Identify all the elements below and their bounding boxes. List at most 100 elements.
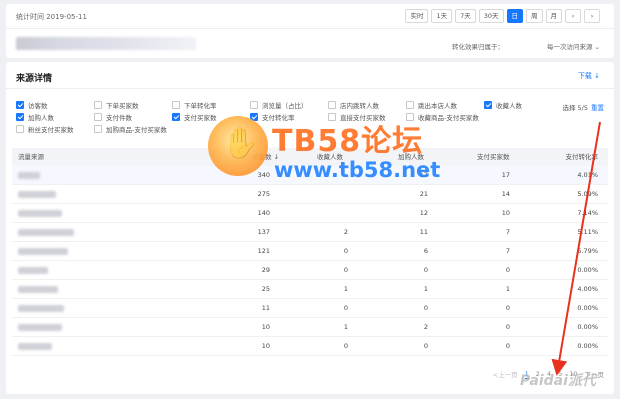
checkbox-icon	[406, 101, 414, 109]
select-count-text: 选择 5/5	[562, 104, 588, 112]
time-btn-week[interactable]: 周	[526, 9, 543, 23]
buyers-cell: 0	[505, 304, 510, 312]
table-row[interactable]: 29 0 0 0 0.00%	[12, 261, 608, 280]
col-header-buyers[interactable]: 支付买家数	[477, 148, 510, 166]
checkbox-icon	[328, 101, 336, 109]
source-name-redacted	[18, 242, 68, 262]
divider	[6, 88, 614, 89]
stat-time: 统计时间 2019-05-11	[16, 13, 87, 21]
time-btn-day[interactable]: 日	[506, 9, 523, 23]
buyers-cell: 0	[505, 342, 510, 350]
download-button[interactable]: 下载 ↓	[578, 71, 600, 81]
paidai-watermark: Paidai派代	[520, 373, 596, 389]
metric-checkbox[interactable]: 收藏人数	[484, 100, 522, 110]
source-name-redacted	[18, 185, 56, 205]
carts-cell: 6	[423, 247, 428, 255]
rate-cell: 5.79%	[577, 247, 598, 255]
visitors-cell: 121	[257, 247, 270, 255]
watermark: TB58论坛 www.tb58.net	[208, 110, 463, 230]
visitors-cell: 10	[261, 323, 270, 331]
table-row[interactable]: 25 1 1 1 4.00%	[12, 280, 608, 299]
metric-label: 店内跳转人数	[340, 102, 379, 110]
favorites-cell: 0	[343, 304, 348, 312]
redacted-text	[18, 343, 52, 350]
metric-checkbox[interactable]: 跳出本店人数	[406, 100, 457, 110]
rate-cell: 4.00%	[577, 285, 598, 293]
favorites-cell: 1	[343, 323, 348, 331]
checkbox-icon	[250, 101, 258, 109]
rate-cell: 7.14%	[577, 209, 598, 217]
redacted-text	[18, 229, 74, 236]
buyers-cell: 10	[501, 209, 510, 217]
favorites-cell: 0	[343, 342, 348, 350]
metric-label: 支付件数	[106, 114, 132, 122]
metric-checkbox[interactable]: 加购商品-支付买家数	[94, 124, 167, 134]
redacted-text	[18, 305, 64, 312]
time-btn-7day[interactable]: 7天	[455, 9, 476, 23]
buyers-cell: 0	[505, 323, 510, 331]
visitors-cell: 29	[261, 266, 270, 274]
favorites-cell: 0	[343, 247, 348, 255]
metric-checkbox[interactable]: 粉丝支付买家数	[16, 124, 74, 134]
carts-cell: 0	[423, 304, 428, 312]
metric-label: 加购商品-支付买家数	[106, 126, 167, 134]
metric-checkbox[interactable]: 下单转化率	[172, 100, 217, 110]
source-name-redacted	[18, 280, 58, 300]
metric-checkbox[interactable]: 店内跳转人数	[328, 100, 379, 110]
source-name-redacted	[18, 299, 64, 319]
time-btn-30day[interactable]: 30天	[478, 9, 504, 23]
redacted-text	[18, 248, 68, 255]
buyers-cell: 0	[505, 266, 510, 274]
carts-cell: 2	[423, 323, 428, 331]
checkbox-icon	[94, 125, 102, 133]
table-row[interactable]: 10 0 0 0 0.00%	[12, 337, 608, 356]
buyers-cell: 1	[505, 285, 510, 293]
redacted-text	[18, 324, 62, 331]
visitors-cell: 10	[261, 342, 270, 350]
time-btn-month[interactable]: 月	[545, 9, 562, 23]
table-row[interactable]: 10 1 2 0 0.00%	[12, 318, 608, 337]
chevron-left-icon[interactable]: ‹	[565, 9, 581, 23]
reset-button[interactable]: 重置	[591, 104, 604, 112]
source-name-redacted	[18, 223, 74, 243]
metric-checkbox[interactable]: 访客数	[16, 100, 48, 110]
hand-logo-icon	[208, 116, 268, 176]
redacted-text	[18, 267, 48, 274]
metric-checkbox[interactable]: 支付件数	[94, 112, 132, 122]
carts-cell: 1	[423, 285, 428, 293]
metric-label: 浏览量（占比）	[262, 102, 308, 110]
rate-cell: 0.00%	[577, 304, 598, 312]
rate-cell: 5.09%	[577, 190, 598, 198]
source-name-redacted	[18, 318, 62, 338]
chevron-right-icon[interactable]: ›	[584, 9, 600, 23]
metric-checkbox[interactable]: 加购人数	[16, 112, 54, 122]
redacted-text	[18, 210, 62, 217]
time-btn-1day[interactable]: 1天	[431, 9, 453, 23]
col-header-rate[interactable]: 支付转化率	[566, 148, 599, 166]
metric-checkbox[interactable]: 浏览量（占比）	[250, 100, 308, 110]
metric-label: 访客数	[28, 102, 48, 110]
buyers-cell: 17	[501, 171, 510, 179]
shop-name-redacted	[16, 37, 196, 50]
rate-cell: 4.01%	[577, 171, 598, 179]
redacted-text	[18, 172, 40, 179]
table-row[interactable]: 11 0 0 0 0.00%	[12, 299, 608, 318]
metric-label: 下单买家数	[106, 102, 139, 110]
watermark-title: TB58论坛	[272, 124, 424, 159]
buyers-cell: 7	[505, 247, 510, 255]
carts-cell: 0	[423, 342, 428, 350]
divider	[6, 28, 614, 29]
favorites-cell: 0	[343, 266, 348, 274]
checkbox-icon	[484, 101, 492, 109]
rate-cell: 5.11%	[577, 228, 598, 236]
source-name-redacted	[18, 261, 48, 281]
attribution-select[interactable]: 每一次访问来源 ⌄	[547, 41, 600, 51]
col-header-source: 流量来源	[18, 153, 44, 161]
prev-page-button[interactable]: <上一页	[493, 369, 518, 379]
time-btn-realtime[interactable]: 实时	[405, 9, 429, 23]
source-name-redacted	[18, 204, 62, 224]
rate-cell: 0.00%	[577, 266, 598, 274]
metric-checkbox[interactable]: 下单买家数	[94, 100, 139, 110]
table-row[interactable]: 121 0 6 7 5.79%	[12, 242, 608, 261]
time-range-group: 实时 1天 7天 30天 日 周 月 ‹ ›	[405, 9, 600, 23]
